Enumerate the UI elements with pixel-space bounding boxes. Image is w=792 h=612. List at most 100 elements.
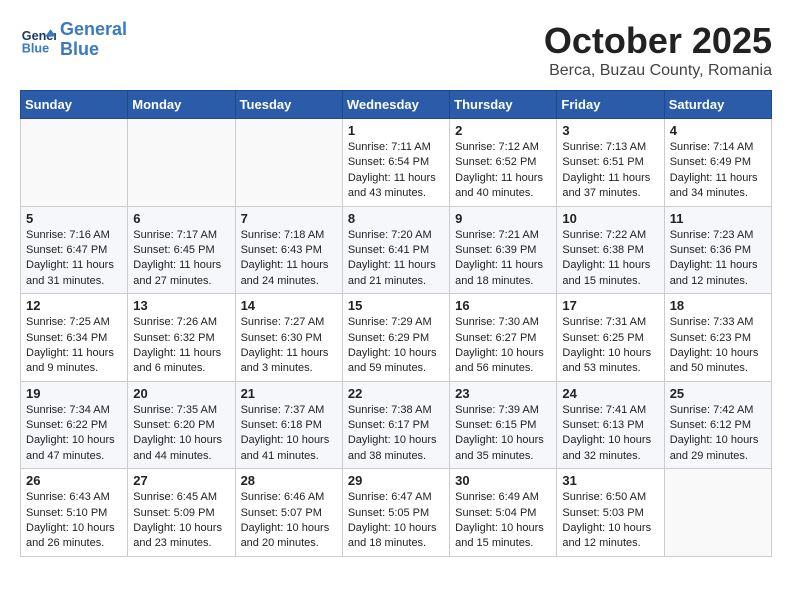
title-block: October 2025 Berca, Buzau County, Romani… — [544, 20, 772, 80]
day-number: 5 — [26, 211, 122, 226]
calendar-cell: 24 Sunrise: 7:41 AM Sunset: 6:13 PM Dayli… — [557, 381, 664, 469]
calendar-cell: 25 Sunrise: 7:42 AM Sunset: 6:12 PM Dayli… — [664, 381, 771, 469]
day-number: 31 — [562, 473, 658, 488]
day-info: Sunrise: 7:27 AM Sunset: 6:30 PM Dayligh… — [241, 315, 337, 377]
logo-general: General — [60, 19, 127, 39]
day-info: Sunrise: 7:13 AM Sunset: 6:51 PM Dayligh… — [562, 140, 658, 202]
calendar-cell: 21 Sunrise: 7:37 AM Sunset: 6:18 PM Dayli… — [235, 381, 342, 469]
calendar-cell: 9 Sunrise: 7:21 AM Sunset: 6:39 PM Daylig… — [450, 206, 557, 294]
day-info: Sunrise: 7:35 AM Sunset: 6:20 PM Dayligh… — [133, 403, 229, 465]
calendar-cell: 16Sunrise: 7:30 AM Sunset: 6:27 PM Dayli… — [450, 294, 557, 382]
weekday-header-wednesday: Wednesday — [342, 91, 449, 119]
day-number: 30 — [455, 473, 551, 488]
logo-icon: General Blue — [20, 22, 56, 58]
day-number: 24 — [562, 386, 658, 401]
day-number: 27 — [133, 473, 229, 488]
day-number: 9 — [455, 211, 551, 226]
day-number: 25 — [670, 386, 766, 401]
day-number: 28 — [241, 473, 337, 488]
weekday-header-friday: Friday — [557, 91, 664, 119]
day-number: 15 — [348, 298, 444, 313]
day-info: Sunrise: 6:50 AM Sunset: 5:03 PM Dayligh… — [562, 490, 658, 552]
calendar-week-5: 26Sunrise: 6:43 AM Sunset: 5:10 PM Dayli… — [21, 469, 772, 557]
calendar-cell: 31 Sunrise: 6:50 AM Sunset: 5:03 PM Dayli… — [557, 469, 664, 557]
day-info: Sunrise: 7:42 AM Sunset: 6:12 PM Dayligh… — [670, 403, 766, 465]
calendar-cell — [21, 119, 128, 207]
day-info: Sunrise: 7:11 AM Sunset: 6:54 PM Dayligh… — [348, 140, 444, 202]
calendar-cell: 15 Sunrise: 7:29 AM Sunset: 6:29 PM Dayli… — [342, 294, 449, 382]
day-number: 23 — [455, 386, 551, 401]
day-number: 18 — [670, 298, 766, 313]
calendar-cell: 28 Sunrise: 6:46 AM Sunset: 5:07 PM Dayli… — [235, 469, 342, 557]
day-info: Sunrise: 7:22 AM Sunset: 6:38 PM Dayligh… — [562, 228, 658, 290]
weekday-header-monday: Monday — [128, 91, 235, 119]
calendar-cell: 14 Sunrise: 7:27 AM Sunset: 6:30 PM Dayli… — [235, 294, 342, 382]
day-number: 14 — [241, 298, 337, 313]
day-info: Sunrise: 7:25 AM Sunset: 6:34 PM Dayligh… — [26, 315, 122, 377]
calendar-cell: 26Sunrise: 6:43 AM Sunset: 5:10 PM Dayli… — [21, 469, 128, 557]
day-number: 7 — [241, 211, 337, 226]
calendar-cell: 3 Sunrise: 7:13 AM Sunset: 6:51 PM Daylig… — [557, 119, 664, 207]
day-info: Sunrise: 7:18 AM Sunset: 6:43 PM Dayligh… — [241, 228, 337, 290]
day-number: 22 — [348, 386, 444, 401]
day-info: Sunrise: 7:12 AM Sunset: 6:52 PM Dayligh… — [455, 140, 551, 202]
day-info: Sunrise: 7:23 AM Sunset: 6:36 PM Dayligh… — [670, 228, 766, 290]
day-info: Sunrise: 7:29 AM Sunset: 6:29 PM Dayligh… — [348, 315, 444, 377]
day-info: Sunrise: 7:20 AM Sunset: 6:41 PM Dayligh… — [348, 228, 444, 290]
calendar-cell: 27Sunrise: 6:45 AM Sunset: 5:09 PM Dayli… — [128, 469, 235, 557]
day-number: 26 — [26, 473, 122, 488]
location-subtitle: Berca, Buzau County, Romania — [544, 62, 772, 80]
calendar-table: SundayMondayTuesdayWednesdayThursdayFrid… — [20, 90, 772, 557]
day-number: 19 — [26, 386, 122, 401]
calendar-cell: 23Sunrise: 7:39 AM Sunset: 6:15 PM Dayli… — [450, 381, 557, 469]
calendar-cell: 19 Sunrise: 7:34 AM Sunset: 6:22 PM Dayli… — [21, 381, 128, 469]
day-number: 1 — [348, 123, 444, 138]
day-info: Sunrise: 7:14 AM Sunset: 6:49 PM Dayligh… — [670, 140, 766, 202]
weekday-header-row: SundayMondayTuesdayWednesdayThursdayFrid… — [21, 91, 772, 119]
day-info: Sunrise: 7:34 AM Sunset: 6:22 PM Dayligh… — [26, 403, 122, 465]
day-number: 21 — [241, 386, 337, 401]
calendar-cell: 30 Sunrise: 6:49 AM Sunset: 5:04 PM Dayli… — [450, 469, 557, 557]
day-number: 4 — [670, 123, 766, 138]
day-info: Sunrise: 7:33 AM Sunset: 6:23 PM Dayligh… — [670, 315, 766, 377]
day-number: 8 — [348, 211, 444, 226]
day-number: 6 — [133, 211, 229, 226]
day-info: Sunrise: 7:37 AM Sunset: 6:18 PM Dayligh… — [241, 403, 337, 465]
day-number: 3 — [562, 123, 658, 138]
day-info: Sunrise: 7:41 AM Sunset: 6:13 PM Dayligh… — [562, 403, 658, 465]
calendar-week-2: 5Sunrise: 7:16 AM Sunset: 6:47 PM Daylig… — [21, 206, 772, 294]
day-info: Sunrise: 6:46 AM Sunset: 5:07 PM Dayligh… — [241, 490, 337, 552]
calendar-cell: 18 Sunrise: 7:33 AM Sunset: 6:23 PM Dayli… — [664, 294, 771, 382]
calendar-cell: 29Sunrise: 6:47 AM Sunset: 5:05 PM Dayli… — [342, 469, 449, 557]
calendar-week-3: 12 Sunrise: 7:25 AM Sunset: 6:34 PM Dayli… — [21, 294, 772, 382]
weekday-header-saturday: Saturday — [664, 91, 771, 119]
weekday-header-sunday: Sunday — [21, 91, 128, 119]
calendar-cell: 22 Sunrise: 7:38 AM Sunset: 6:17 PM Dayli… — [342, 381, 449, 469]
svg-text:Blue: Blue — [22, 41, 49, 55]
calendar-week-4: 19 Sunrise: 7:34 AM Sunset: 6:22 PM Dayli… — [21, 381, 772, 469]
day-info: Sunrise: 6:49 AM Sunset: 5:04 PM Dayligh… — [455, 490, 551, 552]
day-number: 20 — [133, 386, 229, 401]
day-number: 10 — [562, 211, 658, 226]
day-info: Sunrise: 7:31 AM Sunset: 6:25 PM Dayligh… — [562, 315, 658, 377]
calendar-cell: 10 Sunrise: 7:22 AM Sunset: 6:38 PM Dayli… — [557, 206, 664, 294]
logo: General Blue General Blue — [20, 20, 127, 60]
calendar-cell: 8 Sunrise: 7:20 AM Sunset: 6:41 PM Daylig… — [342, 206, 449, 294]
calendar-cell: 5Sunrise: 7:16 AM Sunset: 6:47 PM Daylig… — [21, 206, 128, 294]
calendar-cell: 2 Sunrise: 7:12 AM Sunset: 6:52 PM Daylig… — [450, 119, 557, 207]
day-number: 29 — [348, 473, 444, 488]
calendar-cell — [235, 119, 342, 207]
day-number: 2 — [455, 123, 551, 138]
day-info: Sunrise: 7:17 AM Sunset: 6:45 PM Dayligh… — [133, 228, 229, 290]
day-info: Sunrise: 7:21 AM Sunset: 6:39 PM Dayligh… — [455, 228, 551, 290]
day-number: 16 — [455, 298, 551, 313]
calendar-cell: 13Sunrise: 7:26 AM Sunset: 6:32 PM Dayli… — [128, 294, 235, 382]
calendar-cell: 17 Sunrise: 7:31 AM Sunset: 6:25 PM Dayli… — [557, 294, 664, 382]
day-info: Sunrise: 7:26 AM Sunset: 6:32 PM Dayligh… — [133, 315, 229, 377]
day-info: Sunrise: 7:38 AM Sunset: 6:17 PM Dayligh… — [348, 403, 444, 465]
day-number: 12 — [26, 298, 122, 313]
calendar-cell: 4 Sunrise: 7:14 AM Sunset: 6:49 PM Daylig… — [664, 119, 771, 207]
page-header: General Blue General Blue October 2025 B… — [20, 20, 772, 80]
day-number: 17 — [562, 298, 658, 313]
calendar-cell — [128, 119, 235, 207]
